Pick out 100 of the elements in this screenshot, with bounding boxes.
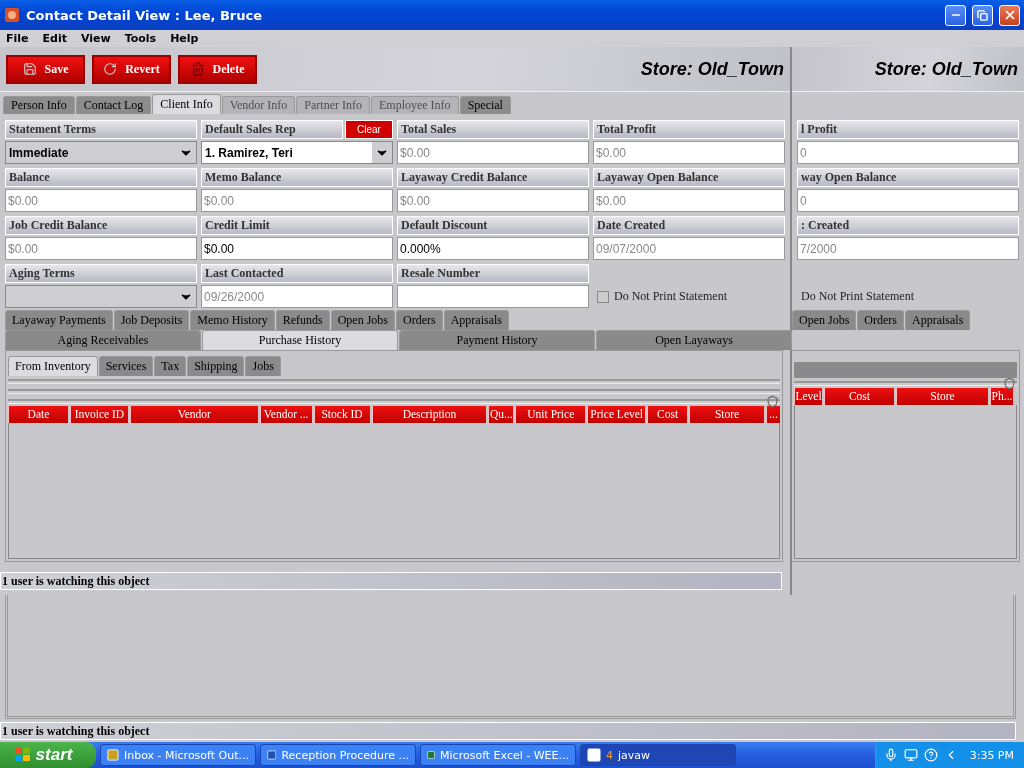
taskbar-button[interactable]: Inbox - Microsoft Out...	[100, 744, 256, 766]
taskbar-button[interactable]: Microsoft Excel - WEE...	[420, 744, 576, 766]
column-header[interactable]: Invoice ID	[69, 406, 128, 423]
clock: 3:35 PM	[969, 748, 1014, 762]
menu-item[interactable]: Edit	[42, 32, 67, 45]
save-button[interactable]: Save	[6, 54, 85, 84]
field-label: Layaway Open Balance	[593, 168, 785, 187]
text-field[interactable]: $0.00	[397, 141, 589, 164]
column-header[interactable]: Unit Price	[515, 406, 586, 423]
menu-item[interactable]: View	[80, 32, 111, 45]
taskbar-button[interactable]: 4 javaw	[580, 744, 736, 766]
taskbar-label: javaw	[618, 748, 651, 762]
menu-item[interactable]: Tools	[124, 32, 157, 45]
menu-item[interactable]: Help	[170, 32, 199, 45]
text-field[interactable]: 0	[797, 189, 1019, 212]
column-header[interactable]: Store	[689, 406, 765, 423]
text-field[interactable]: 0	[797, 141, 1019, 164]
close-button[interactable]	[999, 4, 1020, 26]
help-icon[interactable]	[923, 748, 938, 762]
tab[interactable]: From Inventory	[8, 356, 98, 376]
column-header[interactable]: Cost	[824, 388, 894, 405]
text-field[interactable]: $0.00	[201, 237, 393, 260]
column-header[interactable]: Ph...	[990, 388, 1013, 405]
field-label: Statement Terms	[5, 120, 197, 139]
column-header[interactable]: Level	[794, 388, 822, 405]
status-bar: 1 user is watching this object	[0, 722, 1016, 740]
tab[interactable]: Appraisals	[905, 310, 971, 330]
text-field[interactable]: $0.00	[5, 189, 197, 212]
tab[interactable]: Shipping	[187, 356, 245, 376]
text-field[interactable]: $0.00	[5, 237, 197, 260]
tab[interactable]: Special	[459, 96, 511, 114]
floppy-icon	[22, 62, 37, 76]
taskbar-label: Inbox - Microsoft Out...	[123, 748, 249, 762]
field-label: Total Profit	[593, 120, 785, 139]
column-header[interactable]: Vendor	[129, 406, 258, 423]
microphone-icon[interactable]	[883, 748, 898, 762]
revert-button[interactable]: Revert	[92, 54, 171, 84]
checkbox[interactable]	[597, 290, 609, 303]
tab[interactable]: Jobs	[245, 356, 281, 376]
tab[interactable]: Open Jobs	[330, 310, 395, 330]
column-header[interactable]: Cost	[647, 406, 688, 423]
tab[interactable]: Tax	[154, 356, 187, 376]
monitor-icon[interactable]	[903, 748, 918, 762]
taskbar-label: Reception Procedure ...	[281, 748, 409, 762]
taskbar-button[interactable]: Reception Procedure ...	[260, 744, 416, 766]
field-label: Default Discount	[397, 216, 589, 235]
store-label: Store: Old_Town	[640, 58, 784, 80]
window-count: 4	[606, 748, 613, 762]
text-field[interactable]: 0.000%	[397, 237, 589, 260]
tab[interactable]: Purchase History	[202, 330, 398, 350]
field-label: Aging Terms	[5, 264, 197, 283]
dropdown[interactable]: 1. Ramirez, Teri	[201, 141, 393, 164]
tab[interactable]: Services	[98, 356, 154, 376]
restore-button[interactable]	[972, 4, 993, 26]
column-header[interactable]: Description	[371, 406, 487, 423]
dropdown[interactable]: Immediate	[5, 141, 197, 164]
clear-button[interactable]: Clear	[345, 120, 393, 139]
tab[interactable]: Appraisals	[443, 310, 509, 330]
tab[interactable]: Person Info	[3, 96, 75, 114]
text-field[interactable]: $0.00	[593, 189, 785, 212]
tab[interactable]: Contact Log	[75, 96, 152, 114]
column-header[interactable]: Qu...	[488, 406, 514, 423]
field-label: Balance	[5, 168, 197, 187]
field-label: way Open Balance	[797, 168, 1019, 187]
text-field[interactable]	[397, 285, 589, 308]
windows-logo-icon	[13, 747, 32, 763]
tab[interactable]: Orders	[396, 310, 443, 330]
text-field[interactable]: 7/2000	[797, 237, 1019, 260]
field-label: Date Created	[593, 216, 785, 235]
tab[interactable]: Layaway Payments	[5, 310, 113, 330]
tab[interactable]: Job Deposits	[113, 310, 190, 330]
field-label: Credit Limit	[201, 216, 393, 235]
dropdown[interactable]	[5, 285, 197, 308]
text-field[interactable]: $0.00	[201, 189, 393, 212]
text-field[interactable]: 09/07/2000	[593, 237, 785, 260]
minimize-button[interactable]	[945, 4, 966, 26]
tab[interactable]: Memo History	[190, 310, 275, 330]
tab[interactable]: Orders	[857, 310, 904, 330]
column-header[interactable]: Vendor ...	[259, 406, 312, 423]
start-button[interactable]: start	[0, 742, 96, 768]
menu-item[interactable]: File	[6, 32, 29, 45]
tab[interactable]: Payment History	[399, 330, 595, 350]
field-label: Last Contacted	[201, 264, 393, 283]
tab[interactable]: Refunds	[275, 310, 330, 330]
field-label: : Created	[797, 216, 1019, 235]
tab[interactable]: Open Jobs	[792, 310, 857, 330]
column-header[interactable]: Stock ID	[313, 406, 370, 423]
text-field[interactable]: $0.00	[593, 141, 785, 164]
column-header[interactable]: ...	[766, 406, 780, 423]
redo-arrow-icon	[103, 62, 118, 76]
column-header[interactable]: Date	[8, 406, 68, 423]
text-field[interactable]: 09/26/2000	[201, 285, 393, 308]
tab[interactable]: Client Info	[152, 94, 221, 114]
text-field[interactable]: $0.00	[397, 189, 589, 212]
tab[interactable]: Aging Receivables	[5, 330, 201, 350]
tab[interactable]: Open Layaways	[596, 330, 792, 350]
field-label: Total Sales	[397, 120, 589, 139]
column-header[interactable]: Store	[896, 388, 988, 405]
column-header[interactable]: Price Level	[587, 406, 646, 423]
delete-button[interactable]: Delete	[178, 54, 257, 84]
